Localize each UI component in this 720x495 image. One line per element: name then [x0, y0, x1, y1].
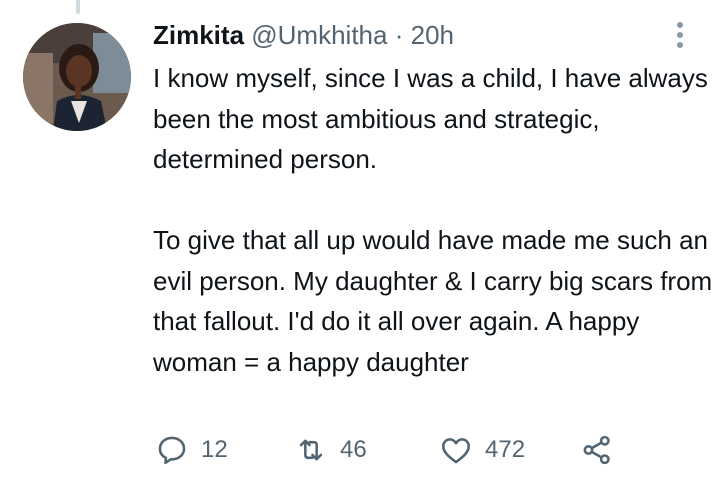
reply-button[interactable]: 12	[155, 430, 228, 470]
tweet-actions: 12 46 472	[155, 430, 615, 470]
reply-icon	[158, 436, 186, 465]
like-count: 472	[485, 436, 526, 463]
retweet-count: 46	[340, 436, 367, 463]
avatar[interactable]	[23, 23, 131, 131]
more-options-icon[interactable]	[668, 18, 692, 52]
reply-count: 12	[201, 436, 228, 463]
retweet-button[interactable]: 46	[294, 430, 367, 470]
retweet-icon	[299, 439, 323, 461]
heart-icon	[441, 438, 471, 464]
share-icon	[583, 435, 610, 465]
tweet-paragraph: To give that all up would have made me s…	[153, 225, 713, 377]
tweet-paragraph: I know myself, since I was a child, I ha…	[153, 63, 708, 174]
like-button[interactable]: 472	[439, 430, 525, 470]
tweet-header: Zimkita @Umkhitha · 20h	[153, 18, 660, 52]
user-handle[interactable]: @Umkhitha	[251, 20, 387, 50]
thread-connector-line	[76, 0, 80, 14]
profile-photo-icon	[23, 23, 131, 131]
separator-dot: ·	[394, 20, 404, 50]
share-button[interactable]	[580, 430, 614, 470]
tweet-body: I know myself, since I was a child, I ha…	[153, 58, 713, 382]
timestamp[interactable]: 20h	[411, 20, 454, 50]
display-name[interactable]: Zimkita	[153, 20, 244, 50]
